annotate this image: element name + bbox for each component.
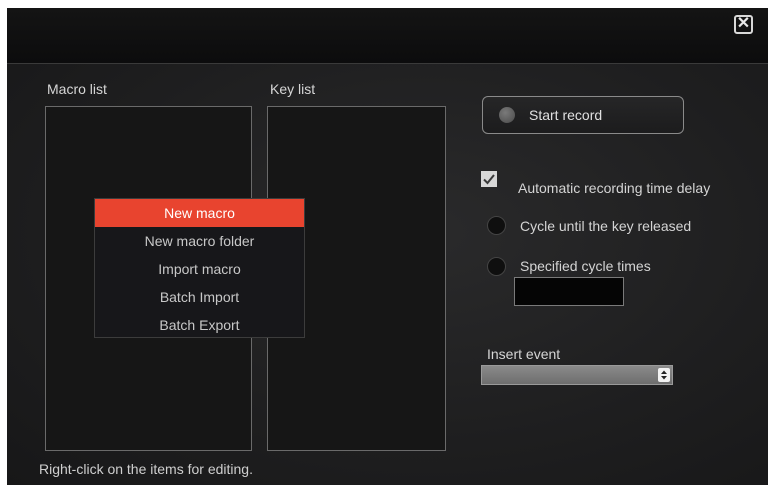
menu-item-new-macro-folder[interactable]: New macro folder: [95, 227, 304, 255]
specified-cycles-radio[interactable]: [487, 257, 506, 276]
select-arrows-icon: [658, 368, 670, 382]
checkmark-icon: [483, 174, 495, 185]
context-menu: New macro New macro folder Import macro …: [94, 198, 305, 338]
cycle-times-input[interactable]: [514, 277, 624, 306]
start-record-button[interactable]: Start record: [482, 96, 684, 134]
cycle-until-release-radio[interactable]: [487, 216, 506, 235]
key-list-label: Key list: [270, 81, 316, 97]
specified-cycles-label: Specified cycle times: [520, 258, 651, 274]
insert-event-label: Insert event: [487, 346, 561, 362]
auto-delay-checkbox[interactable]: [481, 171, 497, 187]
editing-hint: Right-click on the items for editing.: [39, 461, 253, 477]
macro-list-label: Macro list: [47, 81, 107, 97]
menu-item-import-macro[interactable]: Import macro: [95, 255, 304, 283]
record-icon: [499, 107, 515, 123]
close-icon[interactable]: ✕: [734, 15, 753, 34]
insert-event-select[interactable]: [481, 365, 673, 385]
auto-delay-label: Automatic recording time delay: [518, 180, 711, 196]
menu-item-new-macro[interactable]: New macro: [95, 199, 304, 227]
title-bar: ✕: [7, 8, 768, 64]
cycle-until-release-label: Cycle until the key released: [520, 218, 692, 234]
menu-item-batch-import[interactable]: Batch Import: [95, 283, 304, 311]
start-record-label: Start record: [529, 107, 603, 123]
menu-item-batch-export[interactable]: Batch Export: [95, 311, 304, 339]
